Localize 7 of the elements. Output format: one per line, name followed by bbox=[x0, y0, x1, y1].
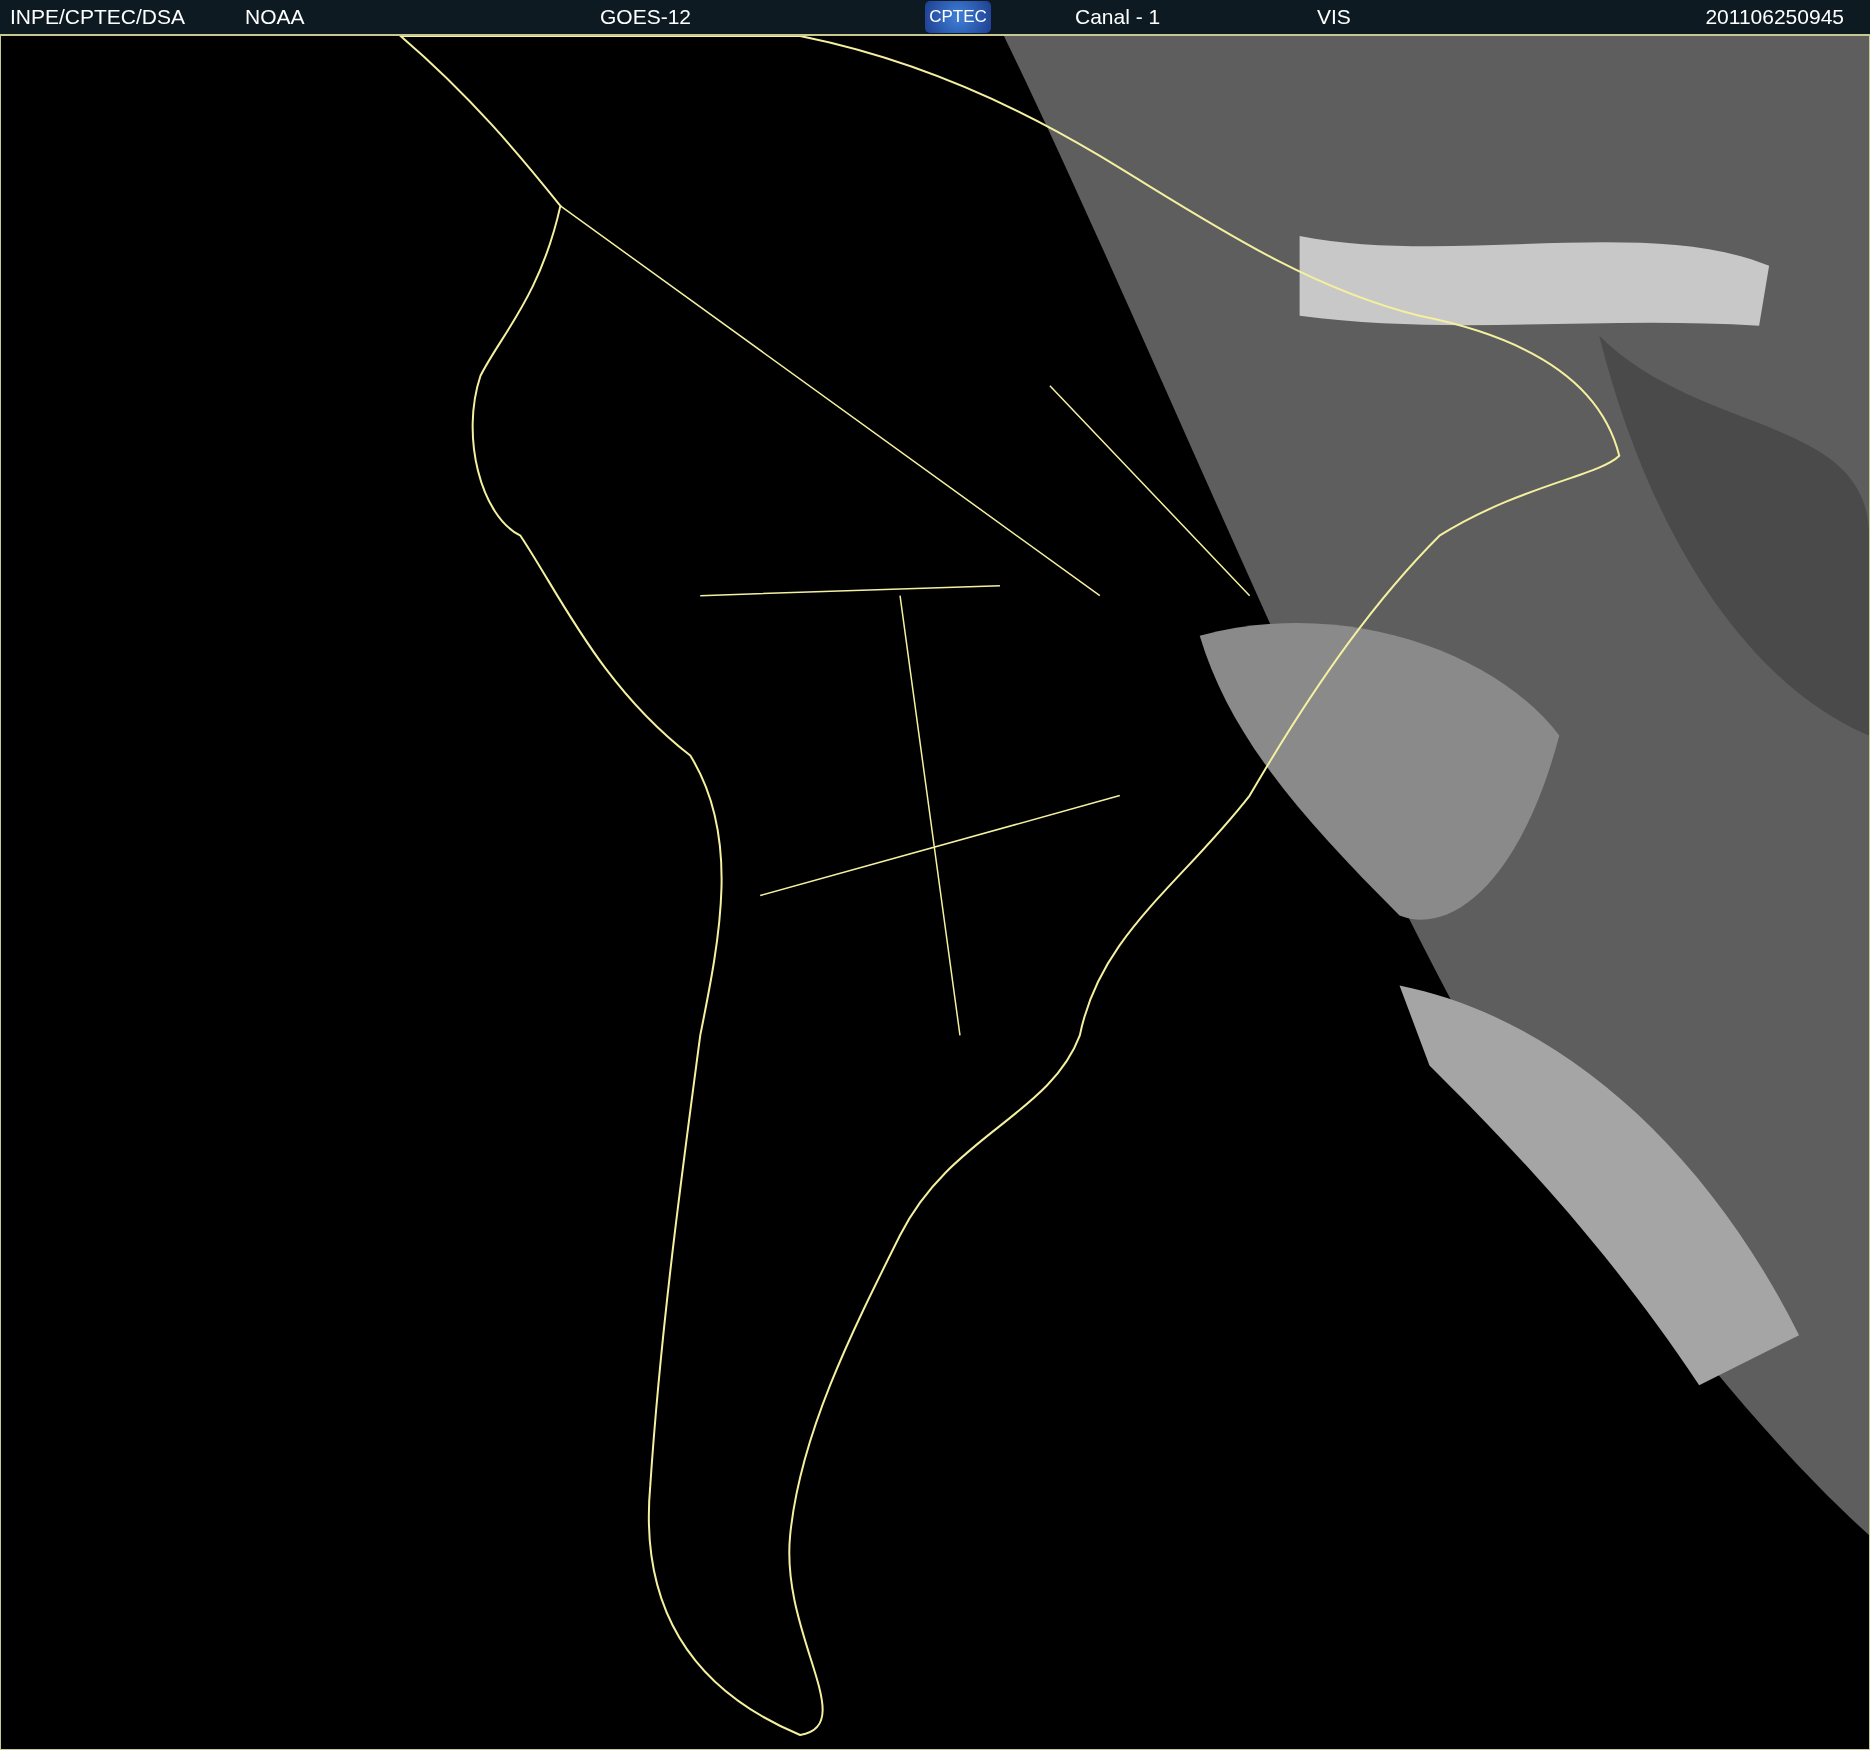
source-label: INPE/CPTEC/DSA bbox=[10, 5, 186, 29]
logo: CPTEC bbox=[925, 1, 991, 33]
timestamp-label: 201106250945 bbox=[1705, 5, 1844, 29]
channel-label: Canal - 1 bbox=[1075, 5, 1161, 29]
band-label: VIS bbox=[1317, 5, 1351, 29]
agency-label: NOAA bbox=[245, 5, 305, 29]
satellite-label: GOES-12 bbox=[600, 5, 692, 29]
